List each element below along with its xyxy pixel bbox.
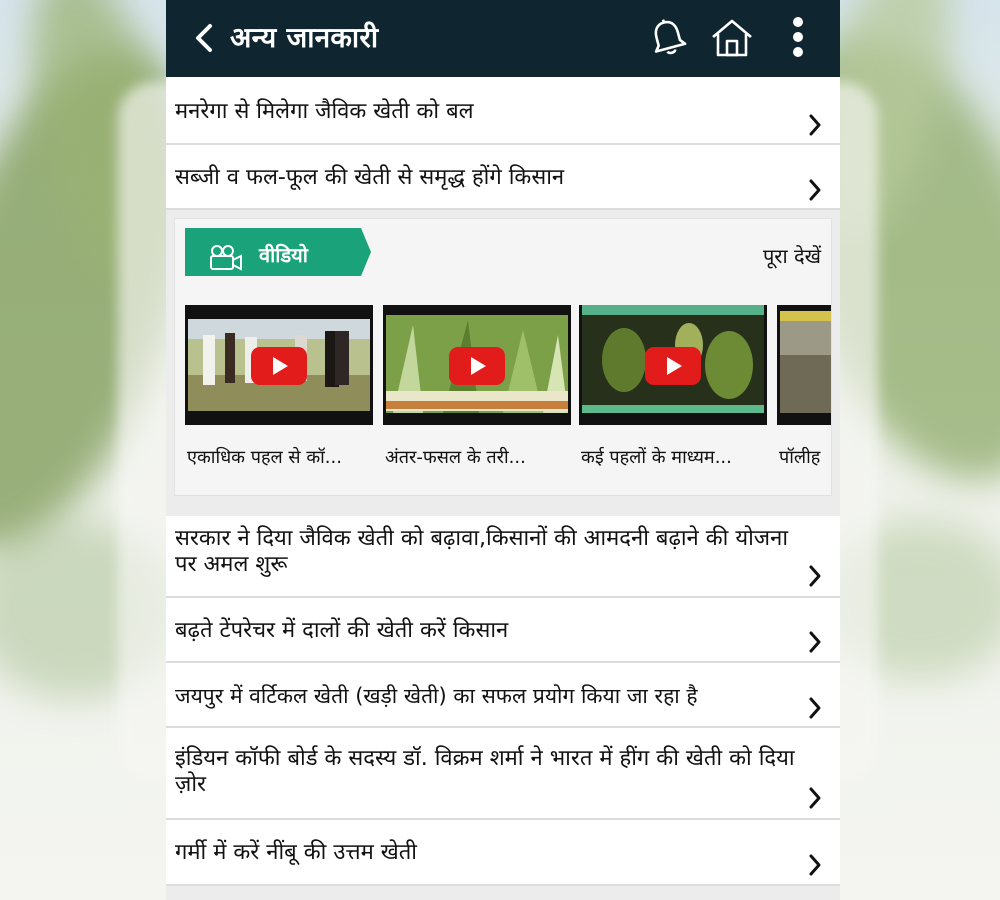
article-title: गर्मी में करें नींबू की उत्तम खेती xyxy=(175,840,417,865)
article-title: बढ़ते टेंपरेचर में दालों की खेती करें कि… xyxy=(175,618,509,643)
video-caption: एकाधिक पहल से कॉ... xyxy=(187,447,342,468)
chevron-right-icon xyxy=(809,565,821,587)
video-section: वीडियो पूरा देखें एकाधिक पहल से कॉ... अं… xyxy=(174,218,832,496)
video-camera-icon xyxy=(210,245,242,271)
video-card[interactable]: पॉलीह xyxy=(777,305,831,468)
play-button-icon[interactable] xyxy=(645,347,701,385)
play-button-icon[interactable] xyxy=(449,347,505,385)
article-title: मनरेगा से मिलेगा जैविक खेती को बल xyxy=(175,99,474,124)
article-title: इंडियन कॉफी बोर्ड के सदस्य डॉ. विक्रम शर… xyxy=(175,746,795,797)
article-item[interactable]: गर्मी में करें नींबू की उत्तम खेती xyxy=(166,820,840,886)
article-item[interactable]: मनरेगा से मिलेगा जैविक खेती को बल xyxy=(166,77,840,145)
thumbnail-image xyxy=(777,305,831,425)
video-card[interactable]: अंतर-फसल के तरी... xyxy=(383,305,571,468)
bell-icon[interactable] xyxy=(644,14,692,62)
article-item[interactable]: बढ़ते टेंपरेचर में दालों की खेती करें कि… xyxy=(166,598,840,663)
article-item[interactable]: इंडियन कॉफी बोर्ड के सदस्य डॉ. विक्रम शर… xyxy=(166,728,840,820)
video-caption: कई पहलों के माध्यम... xyxy=(581,447,732,468)
video-thumbnail xyxy=(579,305,767,425)
chevron-right-icon xyxy=(809,697,821,719)
play-button-icon[interactable] xyxy=(251,347,307,385)
video-thumbnail xyxy=(777,305,831,425)
page-title: अन्य जानकारी xyxy=(230,21,379,54)
video-thumbnail xyxy=(185,305,373,425)
video-tag-label: वीडियो xyxy=(259,243,308,267)
top-app-bar: अन्य जानकारी xyxy=(166,0,840,77)
article-item[interactable]: जयपुर में वर्टिकल खेती (खड़ी खेती) का सफ… xyxy=(166,663,840,728)
article-item[interactable]: सब्जी व फल-फूल की खेती से समृद्ध होंगे क… xyxy=(166,145,840,210)
see-all-link[interactable]: पूरा देखें xyxy=(763,242,821,269)
chevron-right-icon xyxy=(809,114,821,136)
home-icon[interactable] xyxy=(708,14,756,62)
video-caption: अंतर-फसल के तरी... xyxy=(385,447,526,468)
more-vert-icon[interactable] xyxy=(784,14,812,62)
chevron-right-icon xyxy=(809,787,821,809)
article-title: सरकार ने दिया जैविक खेती को बढ़ावा,किसान… xyxy=(175,526,789,577)
app-screen: अन्य जानकारी मनरेगा से मिलेगा जैविक खेती… xyxy=(166,0,840,900)
video-card[interactable]: कई पहलों के माध्यम... xyxy=(579,305,767,468)
video-caption: पॉलीह xyxy=(779,447,821,468)
chevron-right-icon xyxy=(809,179,821,201)
chevron-right-icon xyxy=(809,631,821,653)
video-carousel[interactable]: एकाधिक पहल से कॉ... अंतर-फसल के तरी... क… xyxy=(185,305,831,475)
back-icon[interactable] xyxy=(192,20,216,56)
article-title: जयपुर में वर्टिकल खेती (खड़ी खेती) का सफ… xyxy=(175,684,698,708)
video-card[interactable]: एकाधिक पहल से कॉ... xyxy=(185,305,373,468)
article-item[interactable]: सरकार ने दिया जैविक खेती को बढ़ावा,किसान… xyxy=(166,516,840,598)
article-title: सब्जी व फल-फूल की खेती से समृद्ध होंगे क… xyxy=(175,165,565,190)
chevron-right-icon xyxy=(809,854,821,876)
video-thumbnail xyxy=(383,305,571,425)
